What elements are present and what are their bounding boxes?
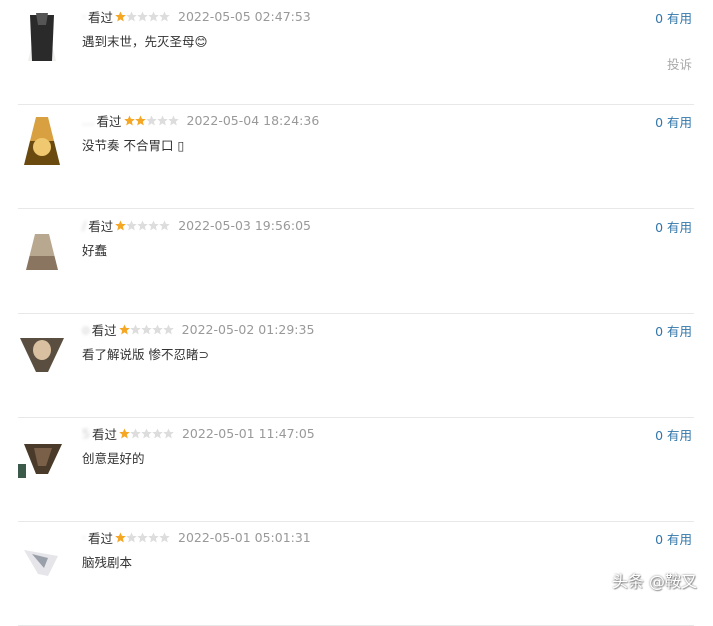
star-icon [118, 323, 130, 334]
user-name[interactable]: … [82, 113, 95, 128]
watched-label: 看过 [87, 530, 113, 546]
rating-stars [115, 531, 170, 543]
star-icon [126, 10, 137, 21]
watched-label: 看过 [91, 322, 117, 338]
watched-label: 看过 [96, 113, 122, 129]
star-icon [159, 531, 170, 542]
star-icon [130, 427, 141, 438]
review-item: … 看过 2022-05-04 18:24:36 没节奏 不合胃口 ▯ 0 有用 [18, 104, 694, 209]
user-name[interactable]: · [82, 530, 86, 545]
review-meta: · 看过 2022-05-01 05:01:31 [82, 529, 311, 546]
star-icon [119, 427, 130, 438]
star-icon [126, 531, 137, 542]
avatar[interactable] [18, 117, 66, 165]
star-icon [129, 323, 141, 334]
star-icon [123, 114, 135, 125]
review-time: 2022-05-04 18:24:36 [186, 112, 320, 128]
review-text: 脑残剧本 [82, 555, 133, 570]
useful-button[interactable]: 0 有用 [655, 8, 692, 27]
review-meta: … 看过 2022-05-04 18:24:36 [82, 112, 320, 129]
star-icon [163, 427, 174, 438]
review-list: · 看过 2022-05-05 02:47:53 遇到末世，先灭圣母😊 0 有用… [0, 0, 713, 626]
review-text: 看了解说版 惨不忍睹⊃ [82, 347, 209, 362]
star-icon [159, 10, 170, 21]
avatar[interactable] [18, 13, 66, 61]
star-icon [151, 323, 163, 334]
useful-button[interactable]: 0 有用 [655, 112, 692, 131]
star-icon [115, 531, 126, 542]
rating-stars [119, 427, 174, 439]
review-meta: · 看过 2022-05-05 02:47:53 [82, 8, 311, 25]
report-link[interactable]: 投诉 [667, 54, 692, 73]
star-icon [134, 114, 146, 125]
review-item: · 看过 2022-05-05 02:47:53 遇到末世，先灭圣母😊 0 有用… [18, 0, 694, 105]
star-icon [137, 10, 148, 21]
avatar[interactable] [18, 534, 66, 582]
review-time: 2022-05-03 19:56:05 [178, 217, 311, 233]
star-icon [137, 219, 149, 230]
review-time: 2022-05-05 02:47:53 [178, 8, 311, 24]
star-icon [156, 114, 168, 125]
review-item: / 看过 2022-05-03 19:56:05 好蠢 0 有用 [18, 209, 694, 314]
review-meta: o 看过 2022-05-02 01:29:35 [82, 321, 315, 338]
review-text: 遇到末世，先灭圣母😊 [82, 34, 208, 49]
useful-button[interactable]: 0 有用 [655, 321, 692, 340]
rating-stars [115, 219, 171, 231]
star-icon [148, 219, 160, 230]
star-icon [115, 10, 126, 21]
review-item: 5 看过 2022-05-01 11:47:05 创意是好的 0 有用 [18, 417, 694, 522]
user-name[interactable]: o [82, 322, 90, 337]
useful-button[interactable]: 0 有用 [655, 217, 692, 236]
rating-stars [118, 323, 174, 335]
user-name[interactable]: · [82, 9, 86, 24]
watched-label: 看过 [91, 426, 117, 442]
review-time: 2022-05-02 01:29:35 [181, 321, 315, 337]
user-name[interactable]: / [82, 218, 86, 233]
star-icon [152, 427, 163, 438]
review-meta: 5 看过 2022-05-01 11:47:05 [82, 425, 315, 442]
review-time: 2022-05-01 05:01:31 [178, 529, 311, 545]
watched-label: 看过 [87, 9, 113, 25]
review-text: 创意是好的 [82, 451, 145, 466]
star-icon [141, 427, 152, 438]
review-text: 没节奏 不合胃口 ▯ [82, 138, 185, 153]
star-icon [162, 323, 174, 334]
rating-stars [123, 114, 179, 126]
star-icon [145, 114, 157, 125]
star-icon [126, 219, 138, 230]
useful-button[interactable]: 0 有用 [655, 425, 692, 444]
review-time: 2022-05-01 11:47:05 [181, 425, 315, 441]
review-item: o 看过 2022-05-02 01:29:35 看了解说版 惨不忍睹⊃ 0 有… [18, 313, 694, 418]
watched-label: 看过 [88, 218, 114, 234]
review-text: 好蠢 [82, 243, 108, 258]
avatar[interactable] [18, 430, 66, 478]
watermark: 头条 @鞍叉 [611, 572, 697, 591]
user-name[interactable]: 5 [82, 426, 90, 441]
star-icon [167, 114, 179, 125]
useful-button[interactable]: 0 有用 [655, 529, 692, 548]
review-item: · 看过 2022-05-01 05:01:31 脑残剧本 0 有用 [18, 521, 694, 626]
star-icon [115, 219, 127, 230]
star-icon [148, 531, 159, 542]
star-icon [140, 323, 152, 334]
star-icon [148, 10, 159, 21]
star-icon [137, 531, 148, 542]
avatar[interactable] [18, 326, 66, 374]
star-icon [159, 219, 171, 230]
review-meta: / 看过 2022-05-03 19:56:05 [82, 217, 311, 234]
rating-stars [115, 10, 170, 22]
avatar[interactable] [18, 222, 66, 270]
